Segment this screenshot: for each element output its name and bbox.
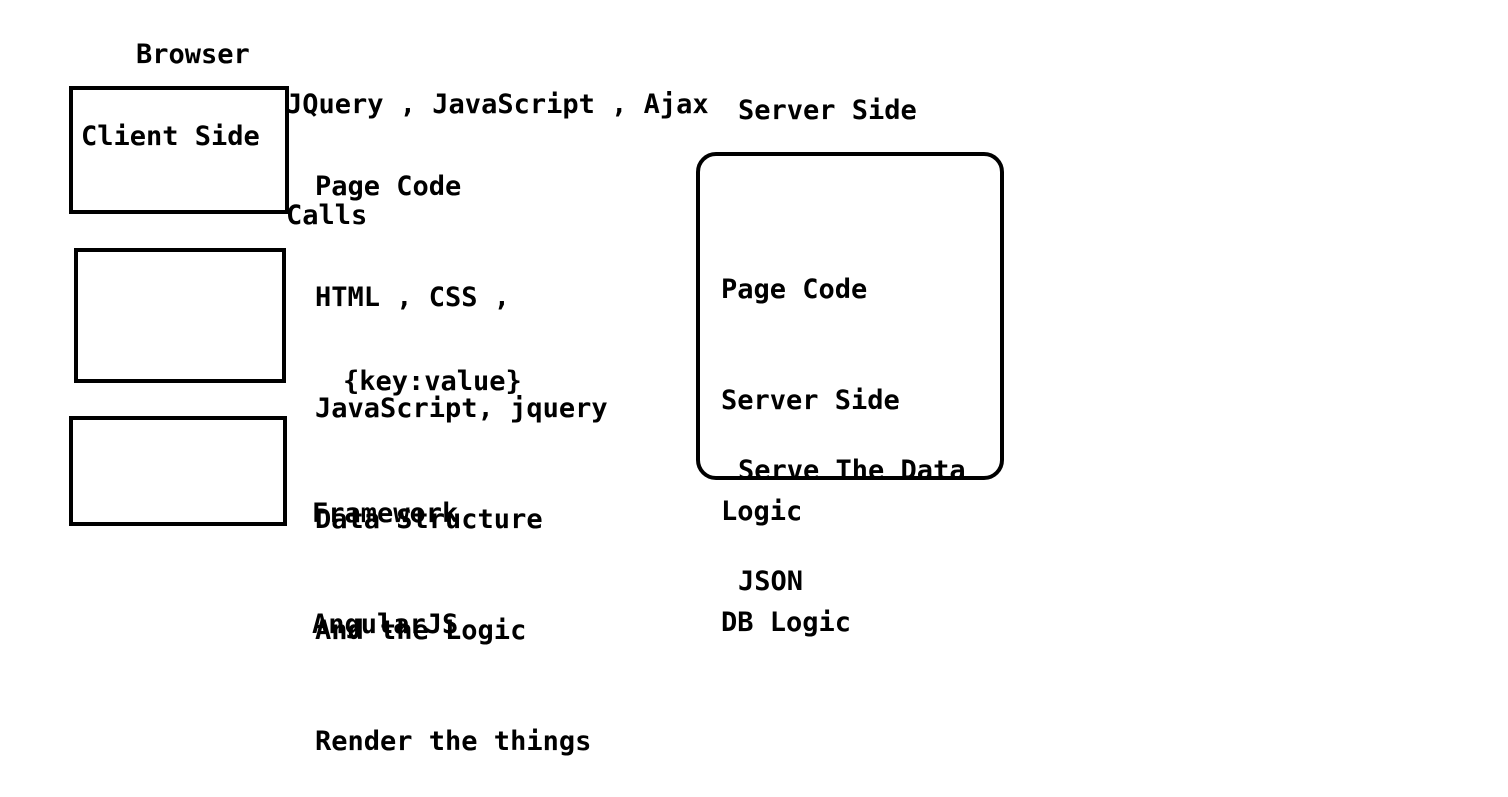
framework-line-2: AngularJS [312, 609, 459, 640]
server-notes-line-1: Page Code [721, 274, 868, 305]
serve-data-line-2: JSON [738, 566, 804, 597]
client-side-label: Client Side [81, 121, 260, 152]
client-notes-line-1: Page Code [315, 171, 462, 202]
browser-label: Browser [136, 39, 250, 70]
framework-line-1: Framework [312, 498, 459, 529]
serve-data-line-1: Serve The Data [738, 455, 966, 486]
client-side-box: Client Side [69, 86, 289, 214]
client-notes-line-2: HTML , CSS , [315, 282, 511, 313]
serve-data-notes: Serve The Data JSON [738, 378, 966, 674]
client-box-2 [74, 248, 286, 383]
client-box-3 [69, 416, 287, 526]
framework-notes: Framework AngularJS [312, 421, 458, 680]
server-side-title: Server Side [738, 95, 917, 126]
key-value-label: {key:value} [343, 366, 522, 397]
server-side-box: Page Code Server Side Logic DB Logic Ser… [696, 152, 1004, 638]
